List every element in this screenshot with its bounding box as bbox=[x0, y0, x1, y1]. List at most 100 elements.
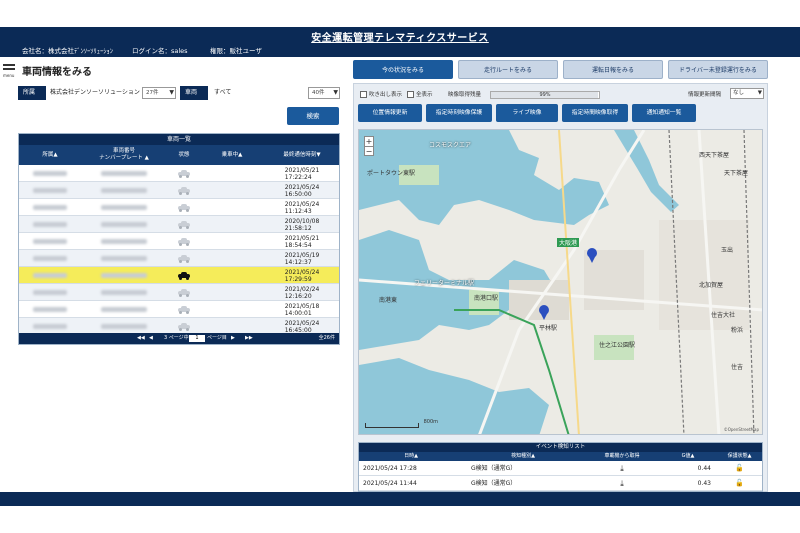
download-icon: ⤓ bbox=[620, 464, 624, 473]
table-row[interactable]: 2021/05/21 17:22:24 bbox=[19, 165, 339, 182]
map-label: 南港東 bbox=[379, 297, 398, 304]
app-screen: 安全運転管理テレマティクスサービス 会社名：株式会社ﾃﾞﾝｿｰｿﾘｭｰｼｮﾝ ロ… bbox=[0, 0, 800, 533]
tab-current-status[interactable]: 今の状況をみる bbox=[353, 60, 453, 79]
table-row[interactable]: 2021/05/18 14:00:01 bbox=[19, 301, 339, 318]
map-label: 平林駅 bbox=[539, 325, 558, 332]
cell-affiliation bbox=[19, 284, 81, 301]
cell-affiliation bbox=[19, 165, 81, 182]
search-button[interactable]: 検索 bbox=[287, 107, 339, 125]
vehicle-table-body: 2021/05/21 17:22:24 2021/05/24 16:50:00 2021… bbox=[19, 165, 339, 335]
show-all-checkbox[interactable] bbox=[407, 91, 414, 98]
interval-select[interactable]: なし ▼ bbox=[730, 88, 764, 99]
car-icon bbox=[178, 305, 190, 314]
cell-affiliation bbox=[19, 216, 81, 233]
car-icon bbox=[178, 254, 190, 263]
car-icon bbox=[178, 186, 190, 195]
map-label: コスモスクエア bbox=[429, 142, 472, 149]
col-plate[interactable]: 車両番号 ナンバープレート ▲ bbox=[81, 145, 167, 165]
cell-last-comm: 2021/05/21 17:22:24 bbox=[263, 165, 341, 182]
table-row[interactable]: 2021/05/21 18:54:54 bbox=[19, 233, 339, 250]
cell-status bbox=[167, 301, 201, 318]
redacted-text bbox=[33, 307, 67, 312]
pager-next-button[interactable]: ▶ bbox=[231, 333, 235, 344]
table-row[interactable]: 2020/10/08 21:58:12 bbox=[19, 216, 339, 233]
pager-last-button[interactable]: ▶▶ bbox=[245, 333, 253, 344]
last-comm-date: 2021/05/18 bbox=[284, 302, 320, 310]
area-select[interactable]: 27件 ▼ bbox=[142, 87, 176, 99]
last-comm-time: 14:12:37 bbox=[284, 258, 312, 266]
interval-value: なし bbox=[733, 90, 745, 96]
protect-button[interactable]: 🔓 bbox=[715, 476, 762, 491]
cell-driver bbox=[201, 182, 263, 199]
redacted-text bbox=[33, 171, 67, 176]
live-video-button[interactable]: ライブ映像 bbox=[496, 104, 558, 122]
menu-button[interactable]: menu bbox=[3, 62, 17, 78]
col-status: 状態 bbox=[178, 151, 190, 158]
event-type: G検知（通常G） bbox=[471, 465, 517, 472]
download-button[interactable]: ⤓ bbox=[583, 461, 661, 477]
last-comm-date: 2021/05/21 bbox=[284, 234, 320, 242]
event-row[interactable]: 2021/05/24 11:44 G検知（通常G） ⤓ 0.43 🔓 bbox=[359, 476, 762, 491]
protect-video-button[interactable]: 指定時刻映像保護 bbox=[426, 104, 492, 122]
redacted-text bbox=[101, 324, 147, 329]
cell-affiliation bbox=[19, 301, 81, 318]
pager-first-button[interactable]: ◀◀ bbox=[137, 333, 145, 344]
cell-plate bbox=[81, 165, 167, 182]
last-comm-time: 17:22:24 bbox=[284, 173, 312, 181]
protect-button[interactable]: 🔓 bbox=[715, 461, 762, 476]
cell-status bbox=[167, 284, 201, 301]
redacted-text bbox=[33, 239, 67, 244]
map-view[interactable]: + − ポートタウン東駅 南港東 フェリーターミナル駅 南港口駅 平林駅 住之江… bbox=[358, 129, 763, 435]
get-video-button[interactable]: 指定時間映像取得 bbox=[562, 104, 628, 122]
pager-prev-button[interactable]: ◀ bbox=[149, 333, 153, 344]
cell-status bbox=[167, 250, 201, 267]
event-list-title: イベント検知リスト bbox=[359, 443, 762, 452]
map-label: 住吉大社 bbox=[711, 312, 736, 319]
vehicle-select[interactable]: 40件 ▼ bbox=[308, 87, 340, 99]
cell-driver bbox=[201, 199, 263, 216]
col-driver[interactable]: 乗車中▲ bbox=[201, 145, 263, 165]
table-row[interactable]: 2021/05/24 17:29:59 bbox=[19, 267, 339, 284]
col-datetime[interactable]: 日時▲ bbox=[359, 452, 463, 461]
col-affiliation[interactable]: 所属▲ bbox=[19, 145, 81, 165]
pager-total-pages: 3 ページ中 bbox=[164, 335, 189, 341]
zoom-out-button[interactable]: − bbox=[365, 147, 373, 157]
last-comm-date: 2021/05/24 bbox=[284, 183, 320, 191]
col-protect[interactable]: 保護状態▲ bbox=[715, 452, 762, 461]
cell-affiliation bbox=[19, 250, 81, 267]
pager-page-input[interactable]: 1 bbox=[189, 335, 205, 342]
tab-route[interactable]: 走行ルートをみる bbox=[458, 60, 558, 79]
map-attribution[interactable]: ©OpenStreetMap bbox=[724, 427, 759, 432]
table-row[interactable]: 2021/05/24 16:50:00 bbox=[19, 182, 339, 199]
tab-unregistered-driver[interactable]: ドライバー未登録運行をみる bbox=[668, 60, 768, 79]
download-button[interactable]: ⤓ bbox=[583, 476, 661, 491]
col-g-value[interactable]: G値▲ bbox=[661, 452, 715, 461]
cell-last-comm: 2021/05/24 11:12:43 bbox=[263, 199, 341, 216]
vehicle-table-title: 車両一覧 bbox=[19, 134, 339, 145]
table-row[interactable]: 2021/05/19 14:12:37 bbox=[19, 250, 339, 267]
tab-daily-report[interactable]: 運転日報をみる bbox=[563, 60, 663, 79]
login-name: ログイン名：sales bbox=[132, 47, 188, 55]
car-icon bbox=[178, 203, 190, 212]
table-row[interactable]: 2021/05/24 11:12:43 bbox=[19, 199, 339, 216]
cell-plate bbox=[81, 199, 167, 216]
cell-driver bbox=[201, 301, 263, 318]
redacted-text bbox=[101, 273, 147, 278]
redacted-text bbox=[33, 222, 67, 227]
notification-list-button[interactable]: 通知通知一覧 bbox=[632, 104, 696, 122]
show-all-label: 全表示 bbox=[416, 92, 433, 98]
redacted-text bbox=[33, 205, 67, 210]
update-location-button[interactable]: 位置情報更新 bbox=[358, 104, 422, 122]
last-comm-time: 16:50:00 bbox=[284, 190, 312, 198]
event-row[interactable]: 2021/05/24 17:28 G検知（通常G） ⤓ 0.44 🔓 bbox=[359, 461, 762, 476]
vehicle-count: 40件 bbox=[312, 90, 325, 96]
col-last-comm[interactable]: 最終通信時刻▼ bbox=[263, 145, 341, 165]
car-icon bbox=[178, 322, 190, 331]
zoom-in-button[interactable]: + bbox=[365, 137, 373, 147]
table-row[interactable]: 2021/02/24 12:16:20 bbox=[19, 284, 339, 301]
map-label: 玉出 bbox=[721, 247, 734, 254]
col-detect-type[interactable]: 検知種別▲ bbox=[463, 452, 583, 461]
balloon-checkbox[interactable] bbox=[360, 91, 367, 98]
progress-text: 99% bbox=[539, 92, 551, 98]
cell-driver bbox=[201, 165, 263, 182]
